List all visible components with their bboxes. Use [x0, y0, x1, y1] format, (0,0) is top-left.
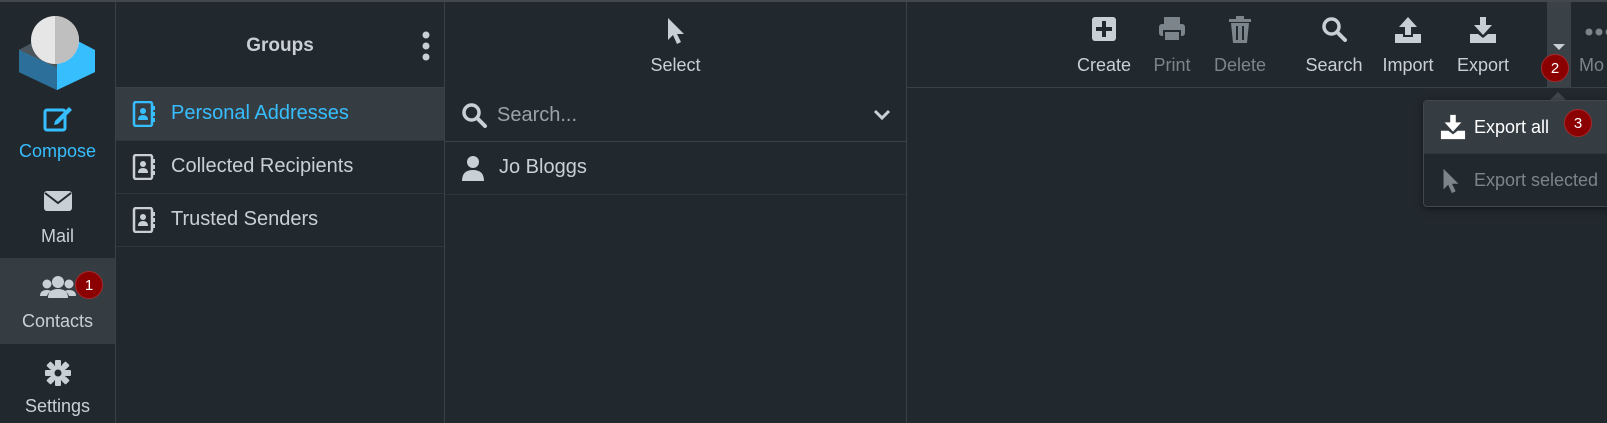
export-all-label: Export all	[1474, 117, 1550, 137]
nav-contacts-label: Contacts	[21, 311, 94, 331]
delete-button[interactable]: Delete	[1207, 2, 1273, 88]
search-label: Search	[1305, 55, 1363, 75]
download-icon	[1451, 16, 1515, 46]
app-logo[interactable]	[15, 10, 99, 90]
download-icon	[1440, 114, 1466, 140]
pointer-icon	[1440, 167, 1466, 194]
group-item-personal-addresses[interactable]: Personal Addresses	[116, 88, 444, 141]
group-item-collected-recipients[interactable]: Collected Recipients	[116, 141, 444, 194]
toolbar: Create Print Delete Search Import Export…	[907, 2, 1607, 88]
trash-icon	[1207, 16, 1273, 46]
person-icon	[461, 155, 485, 181]
export-selected-menu-item[interactable]: Export selected	[1424, 154, 1607, 207]
search-input[interactable]	[497, 98, 847, 132]
print-label: Print	[1153, 55, 1191, 75]
nav-contacts[interactable]: Contacts 1	[0, 258, 115, 344]
nav-mail[interactable]: Mail	[0, 173, 115, 259]
create-label: Create	[1076, 55, 1132, 75]
groups-panel: Groups Personal Addresses Collected Reci…	[115, 2, 444, 423]
contact-list-item[interactable]: Jo Bloggs	[445, 142, 906, 195]
export-label: Export	[1456, 55, 1510, 75]
export-all-menu-item[interactable]: Export all 3	[1424, 101, 1607, 154]
import-button[interactable]: Import	[1375, 2, 1441, 88]
group-item-trusted-senders[interactable]: Trusted Senders	[116, 194, 444, 247]
more-button[interactable]: Mo	[1579, 2, 1607, 88]
print-button[interactable]: Print	[1145, 2, 1199, 88]
group-label: Collected Recipients	[171, 155, 354, 177]
import-label: Import	[1382, 55, 1434, 75]
dropdown-caret	[1550, 92, 1566, 100]
more-label: Mo	[1579, 55, 1605, 75]
delete-label: Delete	[1213, 55, 1267, 75]
export-dropdown-menu: Export all 3 Export selected	[1423, 100, 1607, 207]
nav-compose-label: Compose	[18, 141, 97, 161]
chevron-down-icon[interactable]	[872, 105, 892, 125]
nav-compose[interactable]: Compose	[0, 88, 115, 174]
nav-settings[interactable]: Settings	[0, 343, 115, 423]
groups-title: Groups	[246, 35, 314, 56]
contacts-panel: Select Jo Bloggs	[444, 2, 906, 423]
step-badge-1: 1	[75, 271, 103, 299]
address-book-icon	[132, 153, 156, 181]
groups-header: Groups	[116, 2, 444, 88]
contact-name: Jo Bloggs	[499, 156, 587, 178]
step-badge-2: 2	[1541, 54, 1569, 82]
more-dots-icon	[1579, 16, 1607, 46]
select-label: Select	[650, 55, 701, 75]
group-label: Trusted Senders	[171, 208, 319, 230]
group-label: Personal Addresses	[171, 102, 349, 124]
contacts-search-bar	[445, 88, 906, 142]
nav-mail-label: Mail	[40, 226, 74, 246]
envelope-icon	[0, 189, 115, 217]
search-button[interactable]: Search	[1298, 2, 1370, 88]
export-selected-label: Export selected	[1474, 170, 1599, 190]
compose-icon	[0, 104, 115, 132]
plus-square-icon	[1070, 16, 1138, 46]
pointer-icon	[665, 16, 687, 46]
contact-details-panel: Create Print Delete Search Import Export…	[906, 2, 1607, 423]
export-button[interactable]: Export	[1451, 2, 1515, 88]
printer-icon	[1145, 16, 1199, 46]
address-book-icon	[132, 206, 156, 234]
search-icon	[1298, 16, 1370, 46]
groups-options-icon[interactable]	[418, 30, 434, 62]
upload-icon	[1375, 16, 1441, 46]
main-navigation: Compose Mail Contacts 1 Settings	[0, 2, 115, 423]
nav-settings-label: Settings	[24, 396, 91, 416]
address-book-icon	[132, 100, 156, 128]
select-button[interactable]: Select	[445, 2, 906, 88]
gear-icon	[0, 359, 115, 387]
step-badge-3: 3	[1564, 109, 1592, 137]
create-button[interactable]: Create	[1070, 2, 1138, 88]
search-icon	[461, 102, 487, 128]
